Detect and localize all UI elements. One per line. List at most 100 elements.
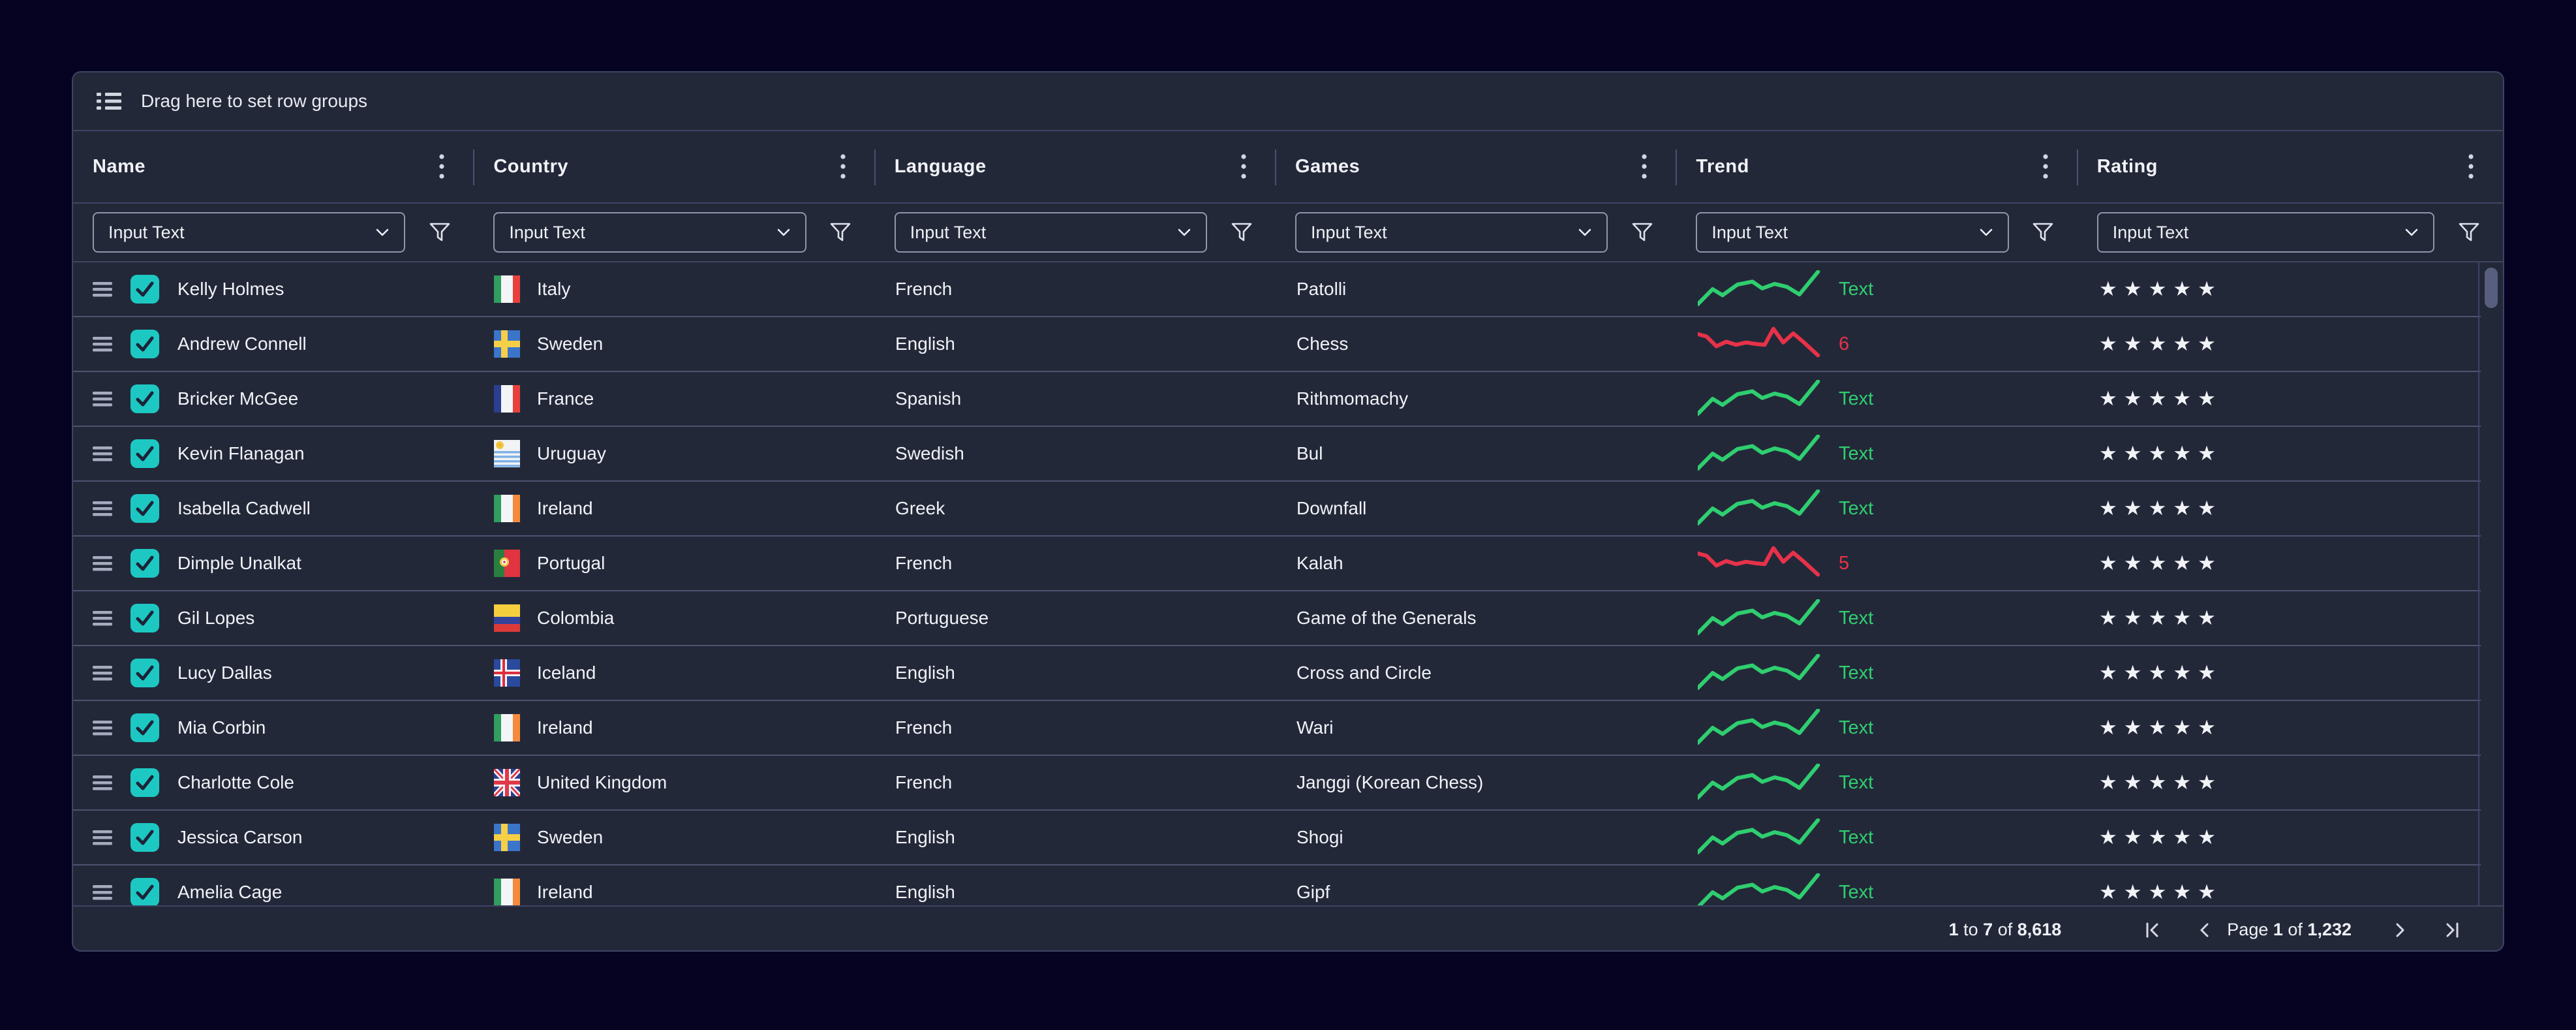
trend-chart — [1698, 544, 1822, 582]
filter-button[interactable] — [806, 222, 875, 243]
filter-icon[interactable] — [1231, 222, 1253, 243]
trend-filter-input[interactable]: Input Text — [1696, 212, 2008, 253]
row-checkbox[interactable] — [130, 330, 159, 358]
drag-handle-icon[interactable] — [93, 720, 112, 736]
row-checkbox[interactable] — [130, 275, 159, 304]
drag-handle-icon[interactable] — [93, 501, 112, 516]
country-filter-input[interactable]: Input Text — [493, 212, 806, 253]
column-menu-icon[interactable] — [1641, 153, 1648, 181]
table-row[interactable]: Dimple UnalkatPortugalFrenchKalah5★★★★★ — [73, 537, 2481, 591]
row-checkbox[interactable] — [130, 823, 159, 852]
row-checkbox[interactable] — [130, 604, 159, 632]
table-row[interactable]: Mia CorbinIrelandFrenchWariText★★★★★ — [73, 701, 2481, 756]
language-cell: Portuguese — [876, 591, 1277, 645]
row-checkbox[interactable] — [130, 384, 159, 413]
drag-handle[interactable] — [93, 720, 112, 736]
filter-icon[interactable] — [829, 222, 851, 243]
filter-icon[interactable] — [1631, 222, 1653, 243]
drag-handle-icon[interactable] — [93, 665, 112, 681]
filter-icon[interactable] — [429, 222, 451, 243]
drag-handle-icon[interactable] — [93, 830, 112, 845]
next-page-button[interactable] — [2387, 921, 2413, 939]
row-groups-drop-zone[interactable]: Drag here to set row groups — [73, 72, 2503, 131]
trend-cell: Text — [1678, 372, 2079, 426]
last-page-button[interactable] — [2439, 921, 2465, 939]
column-header-language[interactable]: Language — [875, 131, 1276, 202]
column-header-name[interactable]: Name — [73, 131, 474, 202]
filter-button[interactable] — [1207, 222, 1276, 243]
language-cell: French — [876, 756, 1277, 809]
table-row[interactable]: Lucy DallasIcelandEnglishCross and Circl… — [73, 646, 2481, 701]
drag-handle-icon[interactable] — [93, 446, 112, 461]
filter-button[interactable] — [2434, 222, 2503, 243]
language-text: Spanish — [895, 388, 961, 409]
drag-handle[interactable] — [93, 830, 112, 845]
scrollbar-thumb[interactable] — [2485, 268, 2498, 308]
trend-cell: Text — [1678, 482, 2079, 535]
filter-button[interactable] — [1608, 222, 1676, 243]
drag-handle-icon[interactable] — [93, 610, 112, 626]
column-header-country[interactable]: Country — [474, 131, 874, 202]
column-menu-icon[interactable] — [438, 153, 445, 181]
column-header-games[interactable]: Games — [1276, 131, 1676, 202]
drag-handle[interactable] — [93, 665, 112, 681]
column-header-rating[interactable]: Rating — [2078, 131, 2503, 202]
row-checkbox[interactable] — [130, 439, 159, 468]
column-menu[interactable] — [840, 153, 846, 181]
games-filter-input[interactable]: Input Text — [1295, 212, 1608, 253]
table-row[interactable]: Jessica CarsonSwedenEnglishShogiText★★★★… — [73, 811, 2481, 866]
column-menu-icon[interactable] — [840, 153, 846, 181]
filter-icon[interactable] — [2458, 222, 2480, 243]
column-menu[interactable] — [438, 153, 445, 181]
drag-handle-icon[interactable] — [93, 555, 112, 571]
first-page-button[interactable] — [2139, 921, 2166, 939]
table-row[interactable]: Gil LopesColombiaPortugueseGame of the G… — [73, 591, 2481, 646]
filter-button[interactable] — [2009, 222, 2078, 243]
drag-handle-icon[interactable] — [93, 281, 112, 297]
table-row[interactable]: Kevin FlanaganUruguaySwedishBulText★★★★★ — [73, 427, 2481, 482]
column-menu-icon[interactable] — [2042, 153, 2049, 181]
drag-handle[interactable] — [93, 610, 112, 626]
drag-handle[interactable] — [93, 501, 112, 516]
column-header-trend[interactable]: Trend — [1676, 131, 2077, 202]
drag-handle[interactable] — [93, 281, 112, 297]
drag-handle[interactable] — [93, 884, 112, 900]
column-menu[interactable] — [2468, 153, 2474, 181]
drag-handle[interactable] — [93, 555, 112, 571]
table-row[interactable]: Andrew ConnellSwedenEnglishChess6★★★★★ — [73, 317, 2481, 372]
rating-cell: ★★★★★ — [2079, 646, 2481, 700]
drag-handle-icon[interactable] — [93, 775, 112, 790]
drag-handle-icon[interactable] — [93, 884, 112, 900]
rating-filter-input[interactable]: Input Text — [2097, 212, 2434, 253]
row-checkbox[interactable] — [130, 659, 159, 687]
column-menu-icon[interactable] — [2468, 153, 2474, 181]
previous-page-button[interactable] — [2192, 921, 2218, 939]
game-cell: Patolli — [1277, 262, 1678, 316]
table-row[interactable]: Bricker McGeeFranceSpanishRithmomachyTex… — [73, 372, 2481, 427]
column-menu[interactable] — [2042, 153, 2049, 181]
column-menu[interactable] — [1240, 153, 1247, 181]
table-row[interactable]: Amelia CageIrelandEnglishGipfText★★★★★ — [73, 866, 2481, 905]
filter-button[interactable] — [405, 222, 474, 243]
name-filter-input[interactable]: Input Text — [93, 212, 405, 253]
drag-handle[interactable] — [93, 775, 112, 790]
drag-handle[interactable] — [93, 336, 112, 352]
row-checkbox[interactable] — [130, 878, 159, 905]
row-checkbox[interactable] — [130, 549, 159, 578]
vertical-scrollbar[interactable] — [2478, 262, 2503, 905]
column-menu[interactable] — [1641, 153, 1648, 181]
row-checkbox[interactable] — [130, 713, 159, 742]
table-row[interactable]: Charlotte ColeUnited KingdomFrenchJanggi… — [73, 756, 2481, 811]
column-menu-icon[interactable] — [1240, 153, 1247, 181]
filter-icon[interactable] — [2032, 222, 2054, 243]
drag-handle[interactable] — [93, 446, 112, 461]
language-filter-input[interactable]: Input Text — [895, 212, 1207, 253]
row-checkbox[interactable] — [130, 768, 159, 797]
language-text: Swedish — [895, 443, 964, 464]
table-row[interactable]: Kelly HolmesItalyFrenchPatolliText★★★★★ — [73, 262, 2481, 317]
drag-handle[interactable] — [93, 391, 112, 407]
drag-handle-icon[interactable] — [93, 336, 112, 352]
table-row[interactable]: Isabella CadwellIrelandGreekDownfallText… — [73, 482, 2481, 537]
row-checkbox[interactable] — [130, 494, 159, 523]
drag-handle-icon[interactable] — [93, 391, 112, 407]
